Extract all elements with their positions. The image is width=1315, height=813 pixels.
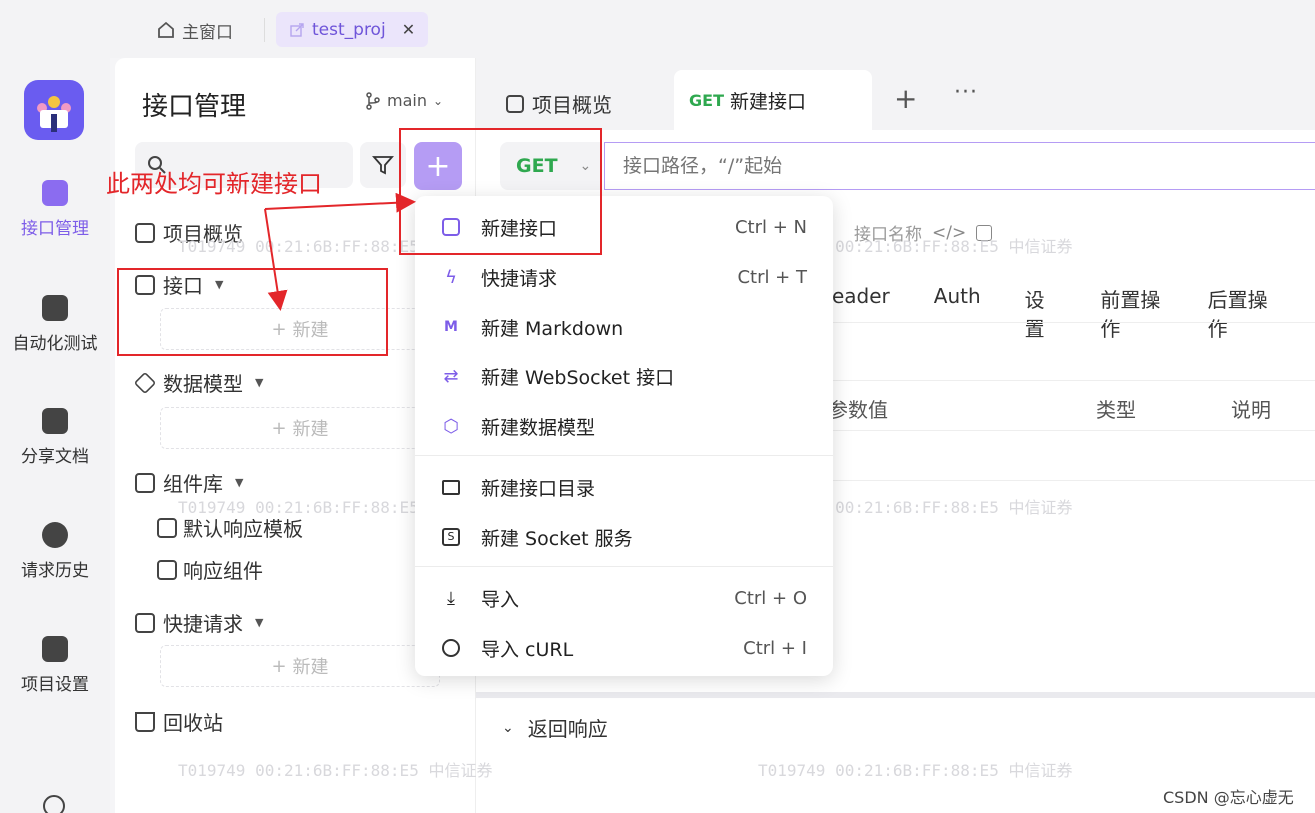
credit-text: CSDN @忘心虚无: [1163, 788, 1294, 807]
annotation-arrows: [264, 192, 416, 311]
